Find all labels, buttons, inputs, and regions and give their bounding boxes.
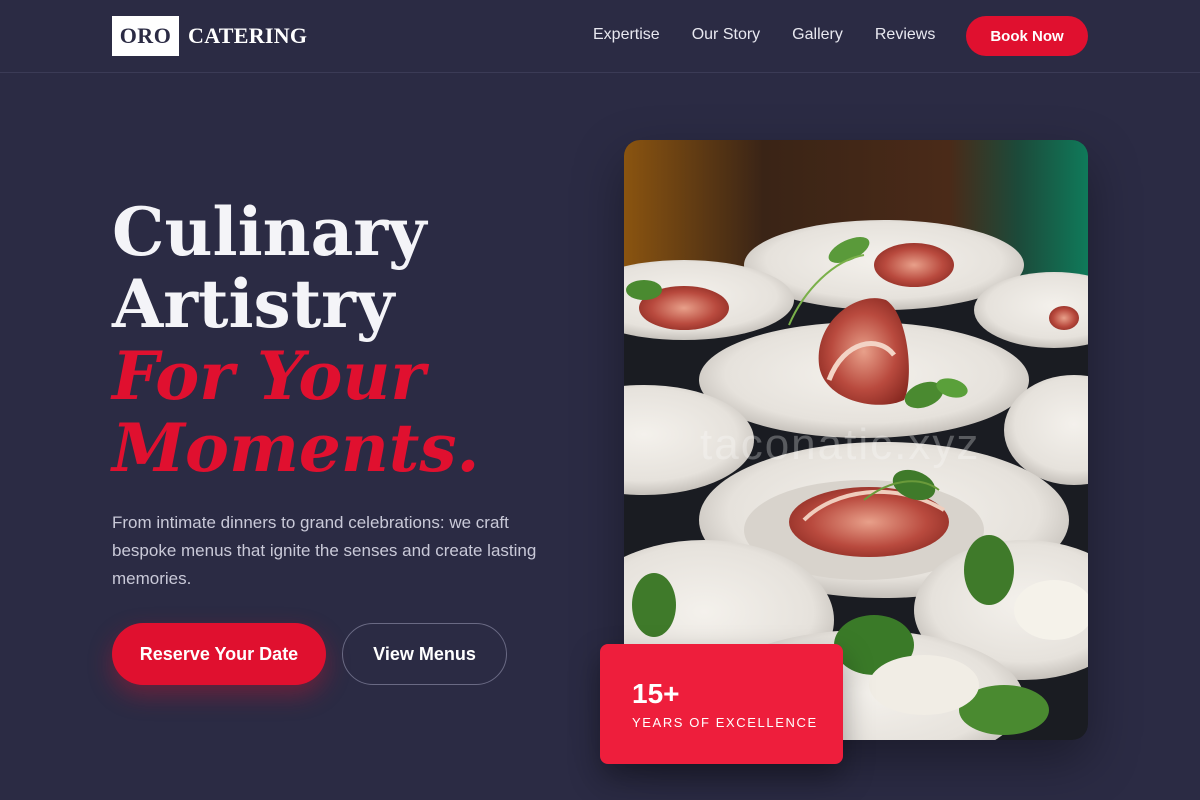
book-now-button[interactable]: Book Now <box>966 16 1088 56</box>
hero-title: Culinary Artistry For Your Moments. <box>112 196 582 484</box>
hero-description: From intimate dinners to grand celebrati… <box>112 513 537 588</box>
logo[interactable]: ORO CATERING <box>112 16 307 56</box>
nav-link-expertise[interactable]: Expertise <box>593 25 660 45</box>
badge-label: YEARS OF EXCELLENCE <box>632 715 818 730</box>
nav-link-gallery[interactable]: Gallery <box>792 25 843 45</box>
main-nav: Expertise Our Story Gallery Reviews <box>593 25 967 45</box>
hero-title-line-4: Moments. <box>112 409 480 487</box>
image-watermark: taconatic.xyz <box>700 420 981 469</box>
nav-link-our-story[interactable]: Our Story <box>692 25 760 45</box>
site-header: ORO CATERING Expertise Our Story Gallery… <box>0 0 1200 73</box>
reserve-date-button[interactable]: Reserve Your Date <box>112 623 326 685</box>
logo-text: CATERING <box>188 23 308 48</box>
hero-title-line-2: Artistry <box>112 265 395 343</box>
logo-mark: ORO <box>112 16 179 56</box>
badge-number: 15+ <box>632 678 680 709</box>
nav-link-reviews[interactable]: Reviews <box>875 25 935 45</box>
hero-title-line-1: Culinary <box>112 193 427 271</box>
view-menus-button[interactable]: View Menus <box>342 623 507 685</box>
hero-title-line-3: For Your <box>112 337 426 415</box>
experience-badge: 15+ YEARS OF EXCELLENCE <box>600 644 843 764</box>
